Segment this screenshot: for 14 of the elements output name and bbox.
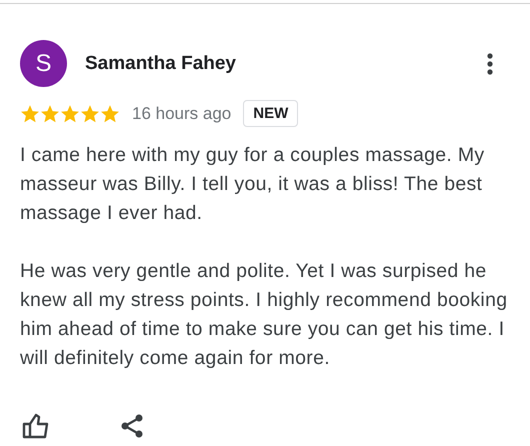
star-icon (60, 104, 80, 124)
author-name: Samantha Fahey (85, 52, 237, 74)
review-text: He was very gentle and polite. Yet I was surpised he knew all my stress points. I highly recommend booking him ahead of time to make sure you can get his time. I will definitely come again for more. (20, 259, 508, 371)
star-icon (40, 104, 60, 124)
star-icon (80, 104, 100, 124)
review-text: I came here with my guy for a couples massage. My masseur was Billy. I tell you, it was a bliss! The best massage I ever had. (20, 143, 486, 226)
star-icon (100, 104, 120, 124)
review-time: 16 hours ago (132, 104, 232, 124)
share-icon[interactable] (120, 413, 144, 439)
star-icon (20, 104, 40, 124)
new-badge: NEW (243, 100, 298, 127)
avatar: S (20, 40, 67, 87)
thumbs-up-icon[interactable] (22, 413, 50, 439)
more-icon[interactable] (486, 52, 494, 76)
